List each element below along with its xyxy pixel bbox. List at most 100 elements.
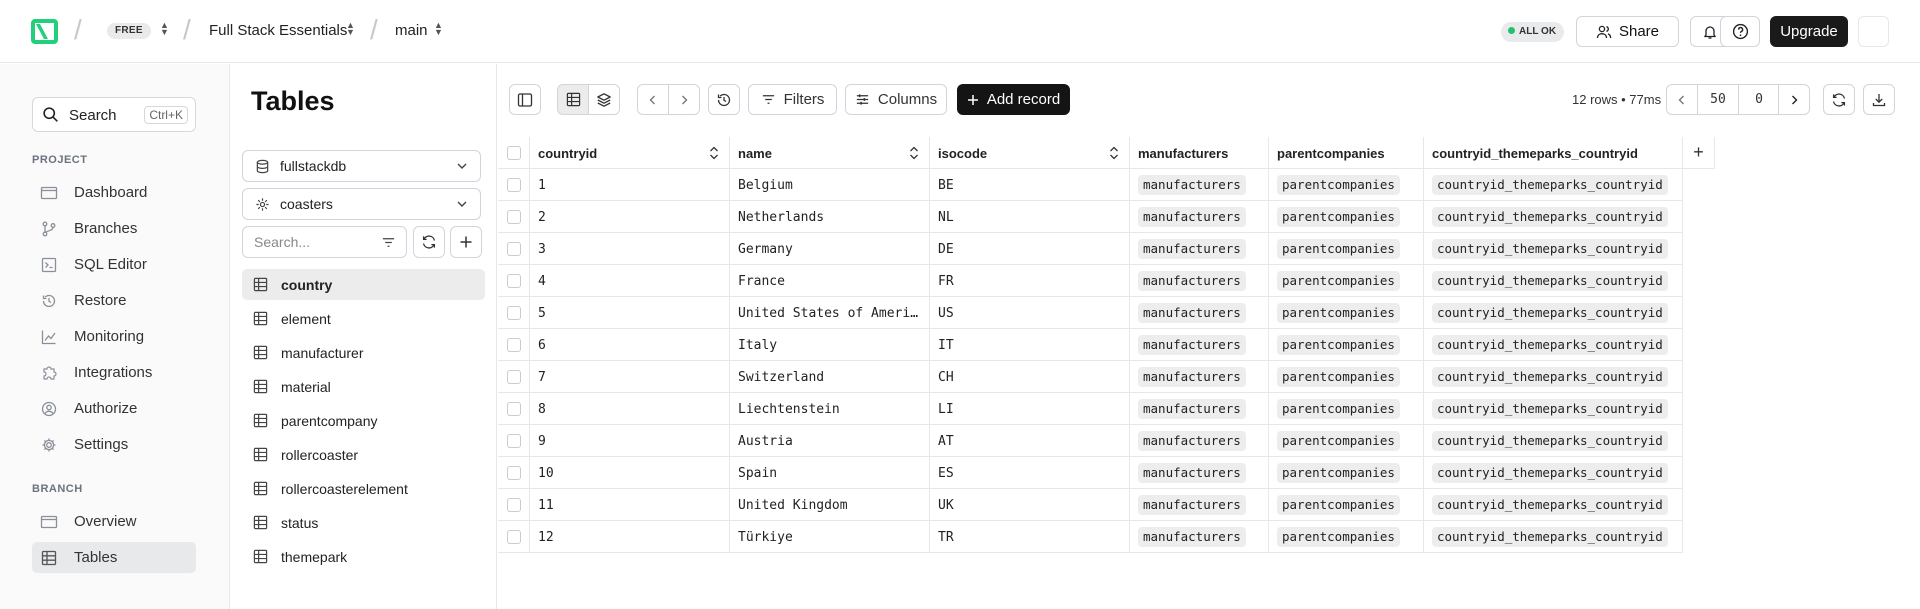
cell-name[interactable]: Italy bbox=[730, 329, 930, 361]
table-row[interactable]: 12 Türkiye TR manufacturers parentcompanies c… bbox=[498, 521, 1683, 553]
sidebar-item-branches[interactable]: Branches bbox=[32, 213, 196, 244]
relation-pill-parentcompanies[interactable]: parentcompanies bbox=[1277, 239, 1400, 259]
relation-pill-manufacturers[interactable]: manufacturers bbox=[1138, 175, 1246, 195]
row-checkbox[interactable] bbox=[507, 242, 521, 256]
table-row[interactable]: 8 Liechtenstein LI manufacturers parentcompa… bbox=[498, 393, 1683, 425]
table-row[interactable]: 6 Italy IT manufacturers parentcompanies coun… bbox=[498, 329, 1683, 361]
table-search-field[interactable] bbox=[242, 226, 407, 258]
row-checkbox[interactable] bbox=[507, 370, 521, 384]
column-header-name[interactable]: name bbox=[730, 137, 930, 169]
table-row[interactable]: 1 Belgium BE manufacturers parentcompanies co… bbox=[498, 169, 1683, 201]
toggle-sidebar-button[interactable] bbox=[509, 84, 541, 115]
row-checkbox[interactable] bbox=[507, 402, 521, 416]
cell-isocode[interactable]: NL bbox=[930, 201, 1130, 233]
table-row[interactable]: 7 Switzerland CH manufacturers parentcompani… bbox=[498, 361, 1683, 393]
cell-countryid[interactable]: 7 bbox=[530, 361, 730, 393]
table-item-rollercoaster[interactable]: rollercoaster bbox=[242, 439, 485, 470]
relation-pill-parentcompanies[interactable]: parentcompanies bbox=[1277, 207, 1400, 227]
history-button[interactable] bbox=[708, 84, 740, 115]
refresh-tables-button[interactable] bbox=[413, 226, 445, 258]
sidebar-item-restore[interactable]: Restore bbox=[32, 285, 196, 316]
relation-pill-manufacturers[interactable]: manufacturers bbox=[1138, 367, 1246, 387]
sort-icon[interactable] bbox=[909, 146, 919, 160]
sidebar-item-overview[interactable]: Overview bbox=[32, 506, 196, 537]
cell-name[interactable]: United States of America bbox=[730, 297, 930, 329]
relation-pill-countryid-themeparks[interactable]: countryid_themeparks_countryid bbox=[1432, 431, 1668, 451]
relation-pill-manufacturers[interactable]: manufacturers bbox=[1138, 431, 1246, 451]
relation-pill-parentcompanies[interactable]: parentcompanies bbox=[1277, 463, 1400, 483]
cell-countryid[interactable]: 8 bbox=[530, 393, 730, 425]
table-row[interactable]: 11 United Kingdom UK manufacturers parentcom… bbox=[498, 489, 1683, 521]
relation-pill-manufacturers[interactable]: manufacturers bbox=[1138, 239, 1246, 259]
table-row[interactable]: 3 Germany DE manufacturers parentcompanies co… bbox=[498, 233, 1683, 265]
filter-icon[interactable] bbox=[381, 235, 396, 250]
schema-view-button[interactable] bbox=[588, 84, 620, 115]
updown-icon[interactable]: ▲ ▼ bbox=[434, 21, 443, 37]
relation-pill-manufacturers[interactable]: manufacturers bbox=[1138, 303, 1246, 323]
cell-isocode[interactable]: IT bbox=[930, 329, 1130, 361]
cell-name[interactable]: Netherlands bbox=[730, 201, 930, 233]
cell-isocode[interactable]: FR bbox=[930, 265, 1130, 297]
cell-name[interactable]: Liechtenstein bbox=[730, 393, 930, 425]
cell-countryid[interactable]: 4 bbox=[530, 265, 730, 297]
relation-pill-parentcompanies[interactable]: parentcompanies bbox=[1277, 495, 1400, 515]
cell-countryid[interactable]: 6 bbox=[530, 329, 730, 361]
schema-select[interactable]: coasters bbox=[242, 188, 481, 220]
relation-pill-countryid-themeparks[interactable]: countryid_themeparks_countryid bbox=[1432, 239, 1668, 259]
relation-pill-parentcompanies[interactable]: parentcompanies bbox=[1277, 303, 1400, 323]
relation-pill-parentcompanies[interactable]: parentcompanies bbox=[1277, 175, 1400, 195]
cell-isocode[interactable]: TR bbox=[930, 521, 1130, 553]
table-row[interactable]: 5 United States of America US manufacturers… bbox=[498, 297, 1683, 329]
page-previous-button[interactable] bbox=[1666, 84, 1698, 115]
cell-isocode[interactable]: AT bbox=[930, 425, 1130, 457]
sort-icon[interactable] bbox=[1109, 146, 1119, 160]
cell-countryid[interactable]: 12 bbox=[530, 521, 730, 553]
refresh-data-button[interactable] bbox=[1823, 84, 1855, 115]
table-item-parentcompany[interactable]: parentcompany bbox=[242, 405, 485, 436]
cell-isocode[interactable]: CH bbox=[930, 361, 1130, 393]
cell-name[interactable]: Türkiye bbox=[730, 521, 930, 553]
cell-countryid[interactable]: 11 bbox=[530, 489, 730, 521]
next-button[interactable] bbox=[668, 84, 700, 115]
select-all-checkbox[interactable] bbox=[507, 146, 521, 160]
cell-isocode[interactable]: UK bbox=[930, 489, 1130, 521]
add-record-button[interactable]: Add record bbox=[957, 84, 1070, 115]
cell-isocode[interactable]: BE bbox=[930, 169, 1130, 201]
row-checkbox[interactable] bbox=[507, 306, 521, 320]
relation-pill-manufacturers[interactable]: manufacturers bbox=[1138, 207, 1246, 227]
row-checkbox[interactable] bbox=[507, 466, 521, 480]
offset-input[interactable]: 0 bbox=[1738, 84, 1779, 115]
row-checkbox[interactable] bbox=[507, 434, 521, 448]
updown-icon[interactable]: ▲ ▼ bbox=[160, 21, 169, 37]
relation-pill-parentcompanies[interactable]: parentcompanies bbox=[1277, 399, 1400, 419]
cell-isocode[interactable]: US bbox=[930, 297, 1130, 329]
table-row[interactable]: 10 Spain ES manufacturers parentcompanies cou… bbox=[498, 457, 1683, 489]
relation-pill-manufacturers[interactable]: manufacturers bbox=[1138, 335, 1246, 355]
table-item-country[interactable]: country bbox=[242, 269, 485, 300]
relation-pill-manufacturers[interactable]: manufacturers bbox=[1138, 399, 1246, 419]
relation-pill-countryid-themeparks[interactable]: countryid_themeparks_countryid bbox=[1432, 207, 1668, 227]
sidebar-item-monitoring[interactable]: Monitoring bbox=[32, 321, 196, 352]
page-size-input[interactable]: 50 bbox=[1697, 84, 1738, 115]
table-item-manufacturer[interactable]: manufacturer bbox=[242, 337, 485, 368]
cell-name[interactable]: United Kingdom bbox=[730, 489, 930, 521]
row-checkbox[interactable] bbox=[507, 274, 521, 288]
table-item-material[interactable]: material bbox=[242, 371, 485, 402]
page-next-button[interactable] bbox=[1778, 84, 1810, 115]
cell-countryid[interactable]: 9 bbox=[530, 425, 730, 457]
upgrade-button[interactable]: Upgrade bbox=[1770, 16, 1848, 47]
filters-button[interactable]: Filters bbox=[748, 84, 837, 115]
row-checkbox[interactable] bbox=[507, 338, 521, 352]
sidebar-item-dashboard[interactable]: Dashboard bbox=[32, 177, 196, 208]
global-search-button[interactable]: Search Ctrl+K bbox=[32, 97, 196, 132]
table-row[interactable]: 9 Austria AT manufacturers parentcompanies co… bbox=[498, 425, 1683, 457]
table-item-status[interactable]: status bbox=[242, 507, 485, 538]
cell-name[interactable]: Spain bbox=[730, 457, 930, 489]
sort-icon[interactable] bbox=[709, 146, 719, 160]
column-header-manufacturers[interactable]: manufacturers bbox=[1130, 137, 1269, 169]
column-header-countryid-themeparks[interactable]: countryid_themeparks_countryid bbox=[1424, 137, 1683, 169]
relation-pill-countryid-themeparks[interactable]: countryid_themeparks_countryid bbox=[1432, 495, 1668, 515]
table-row[interactable]: 4 France FR manufacturers parentcompanies cou… bbox=[498, 265, 1683, 297]
relation-pill-parentcompanies[interactable]: parentcompanies bbox=[1277, 367, 1400, 387]
cell-countryid[interactable]: 2 bbox=[530, 201, 730, 233]
